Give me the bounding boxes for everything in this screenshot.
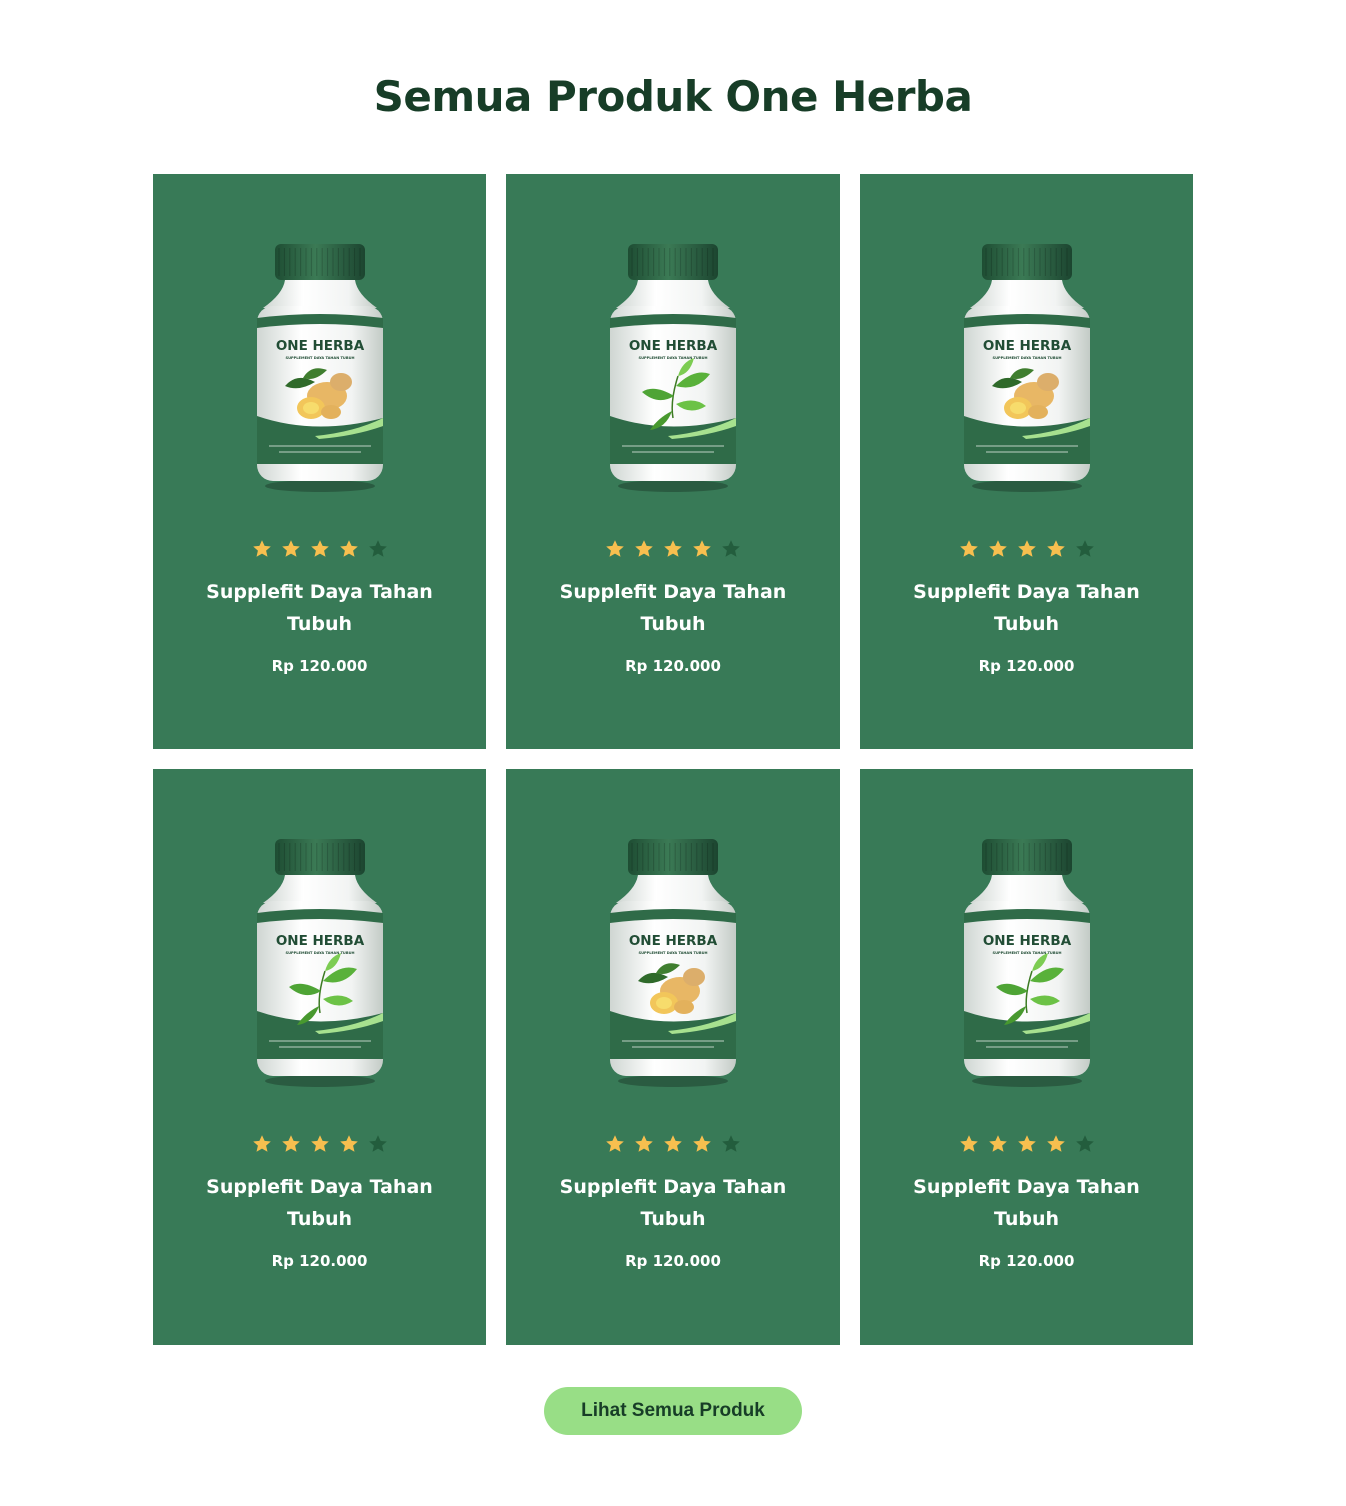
svg-text:ONE HERBA: ONE HERBA — [275, 933, 364, 949]
product-card[interactable]: ONE HERBA SUPPLEMENT DAYA TAHAN TUBUH Sup… — [153, 174, 486, 749]
star-icon — [310, 540, 329, 557]
star-icon — [339, 540, 358, 557]
svg-text:ONE HERBA: ONE HERBA — [982, 933, 1071, 949]
product-name[interactable]: Supplefit Daya Tahan Tubuh — [900, 576, 1153, 640]
star-icon — [252, 1135, 271, 1152]
product-price: Rp 120.000 — [625, 657, 721, 675]
star-icon — [959, 540, 978, 557]
product-price: Rp 120.000 — [978, 1252, 1075, 1270]
svg-text:ONE HERBA: ONE HERBA — [629, 933, 718, 949]
product-image[interactable]: ONE HERBA SUPPLEMENT DAYA TAHAN TUBUH — [952, 236, 1102, 496]
product-price: Rp 120.000 — [978, 657, 1075, 675]
star-icon — [959, 1135, 978, 1152]
star-icon — [1046, 1135, 1065, 1152]
star-icon — [1075, 540, 1094, 557]
product-image[interactable]: ONE HERBA SUPPLEMENT DAYA TAHAN TUBUH — [245, 236, 395, 496]
product-price: Rp 120.000 — [625, 1252, 721, 1270]
product-card[interactable]: ONE HERBA SUPPLEMENT DAYA TAHAN TUBUH Sup… — [860, 174, 1193, 749]
supplement-bottle-image: ONE HERBA SUPPLEMENT DAYA TAHAN TUBUH — [256, 244, 383, 492]
star-icon — [1075, 1135, 1094, 1152]
star-icon — [722, 1135, 740, 1152]
product-name[interactable]: Supplefit Daya Tahan Tubuh — [900, 1171, 1153, 1235]
product-rating — [506, 539, 840, 559]
product-rating — [153, 1134, 486, 1154]
star-icon — [722, 540, 740, 557]
product-name[interactable]: Supplefit Daya Tahan Tubuh — [546, 576, 800, 640]
svg-text:SUPPLEMENT DAYA TAHAN TUBUH: SUPPLEMENT DAYA TAHAN TUBUH — [285, 356, 354, 360]
view-all-products-button[interactable]: Lihat Semua Produk — [544, 1387, 802, 1435]
star-icon — [693, 540, 711, 557]
star-icon — [310, 1135, 329, 1152]
product-rating — [860, 539, 1193, 559]
svg-text:SUPPLEMENT DAYA TAHAN TUBUH: SUPPLEMENT DAYA TAHAN TUBUH — [638, 356, 707, 360]
star-icon — [988, 1135, 1007, 1152]
svg-text:SUPPLEMENT DAYA TAHAN TUBUH: SUPPLEMENT DAYA TAHAN TUBUH — [992, 951, 1061, 955]
svg-text:SUPPLEMENT DAYA TAHAN TUBUH: SUPPLEMENT DAYA TAHAN TUBUH — [992, 356, 1061, 360]
star-icon — [635, 1135, 653, 1152]
product-price: Rp 120.000 — [271, 657, 368, 675]
product-image[interactable]: ONE HERBA SUPPLEMENT DAYA TAHAN TUBUH — [598, 236, 748, 496]
svg-text:ONE HERBA: ONE HERBA — [982, 338, 1071, 354]
star-icon — [664, 540, 682, 557]
svg-text:ONE HERBA: ONE HERBA — [629, 338, 718, 354]
product-card[interactable]: ONE HERBA SUPPLEMENT DAYA TAHAN TUBUH Sup… — [506, 769, 840, 1345]
supplement-bottle-image: ONE HERBA SUPPLEMENT DAYA TAHAN TUBUH — [963, 244, 1090, 492]
page-title: Semua Produk One Herba — [373, 72, 973, 121]
product-image[interactable]: ONE HERBA SUPPLEMENT DAYA TAHAN TUBUH — [245, 831, 395, 1091]
supplement-bottle-image: ONE HERBA SUPPLEMENT DAYA TAHAN TUBUH — [610, 244, 736, 492]
star-icon — [252, 540, 271, 557]
star-icon — [606, 540, 624, 557]
star-icon — [368, 1135, 387, 1152]
supplement-bottle-image: ONE HERBA SUPPLEMENT DAYA TAHAN TUBUH — [963, 839, 1090, 1087]
star-icon — [339, 1135, 358, 1152]
star-icon — [281, 1135, 300, 1152]
product-rating — [860, 1134, 1193, 1154]
star-icon — [988, 540, 1007, 557]
product-card[interactable]: ONE HERBA SUPPLEMENT DAYA TAHAN TUBUH Sup… — [153, 769, 486, 1345]
product-grid: ONE HERBA SUPPLEMENT DAYA TAHAN TUBUH Sup… — [153, 174, 1193, 1345]
svg-text:SUPPLEMENT DAYA TAHAN TUBUH: SUPPLEMENT DAYA TAHAN TUBUH — [638, 951, 707, 955]
supplement-bottle-image: ONE HERBA SUPPLEMENT DAYA TAHAN TUBUH — [256, 839, 383, 1087]
product-name[interactable]: Supplefit Daya Tahan Tubuh — [546, 1171, 800, 1235]
svg-text:SUPPLEMENT DAYA TAHAN TUBUH: SUPPLEMENT DAYA TAHAN TUBUH — [285, 951, 354, 955]
star-icon — [606, 1135, 624, 1152]
product-image[interactable]: ONE HERBA SUPPLEMENT DAYA TAHAN TUBUH — [598, 831, 748, 1091]
product-rating — [153, 539, 486, 559]
product-card[interactable]: ONE HERBA SUPPLEMENT DAYA TAHAN TUBUH Sup… — [860, 769, 1193, 1345]
svg-text:ONE HERBA: ONE HERBA — [275, 338, 364, 354]
product-name[interactable]: Supplefit Daya Tahan Tubuh — [193, 576, 446, 640]
product-rating — [506, 1134, 840, 1154]
star-icon — [1046, 540, 1065, 557]
star-icon — [368, 540, 387, 557]
star-icon — [635, 540, 653, 557]
star-icon — [1017, 1135, 1036, 1152]
product-image[interactable]: ONE HERBA SUPPLEMENT DAYA TAHAN TUBUH — [952, 831, 1102, 1091]
star-icon — [664, 1135, 682, 1152]
product-card[interactable]: ONE HERBA SUPPLEMENT DAYA TAHAN TUBUH Sup… — [506, 174, 840, 749]
supplement-bottle-image: ONE HERBA SUPPLEMENT DAYA TAHAN TUBUH — [610, 839, 736, 1087]
star-icon — [693, 1135, 711, 1152]
product-price: Rp 120.000 — [271, 1252, 368, 1270]
star-icon — [281, 540, 300, 557]
product-name[interactable]: Supplefit Daya Tahan Tubuh — [193, 1171, 446, 1235]
star-icon — [1017, 540, 1036, 557]
